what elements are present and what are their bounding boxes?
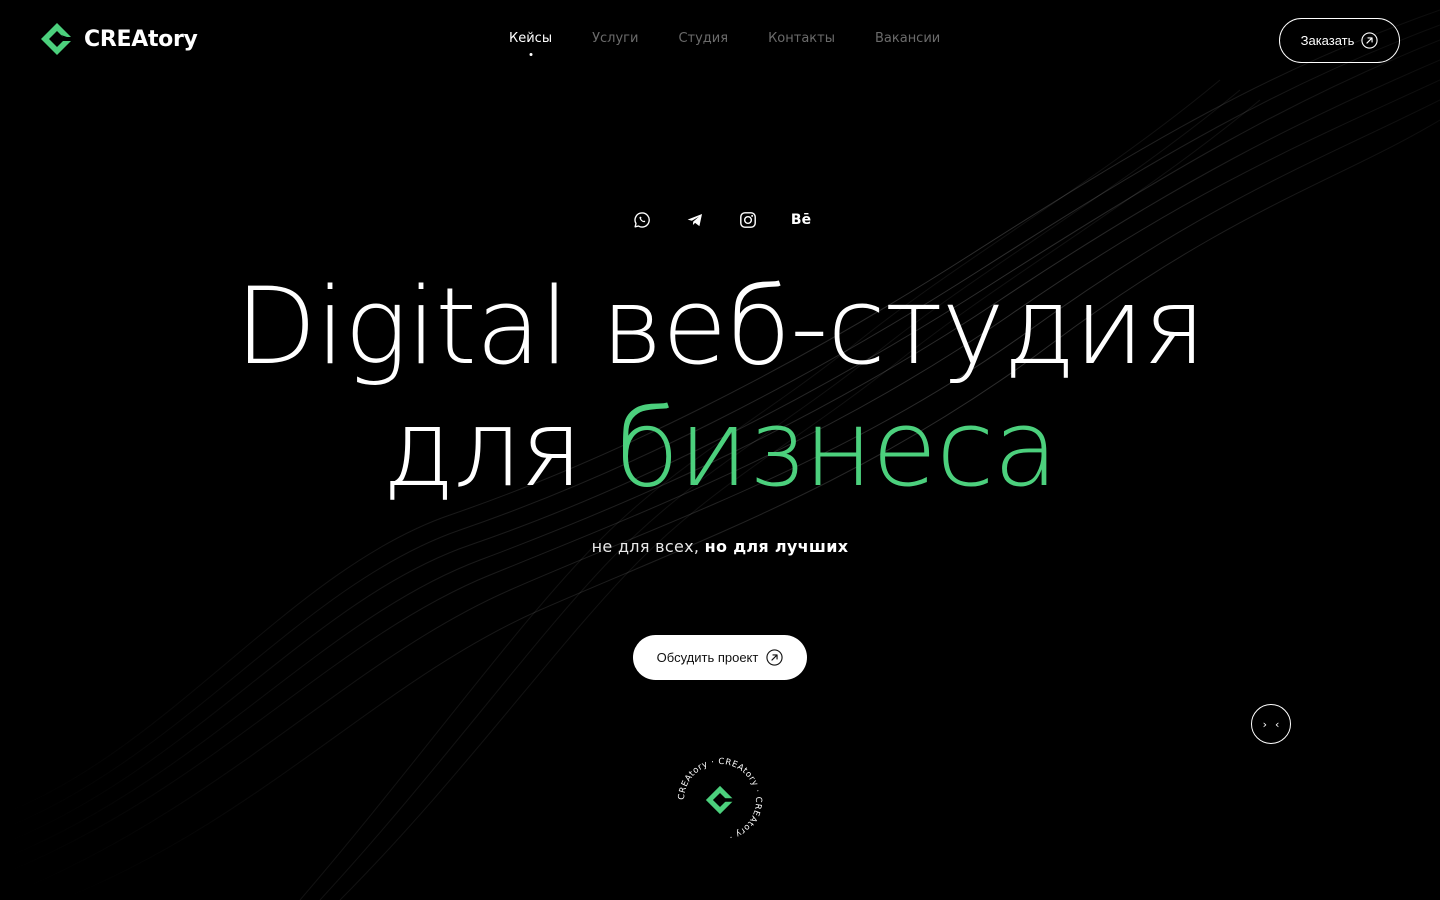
headline-line-2: для бизнеса	[0, 388, 1440, 510]
discuss-project-button[interactable]: Обсудить проект	[633, 635, 807, 680]
nav-item-vacancies[interactable]: Вакансии	[875, 31, 940, 46]
brand-badge: CREAtory · CREAtory · CREAtory ·	[674, 754, 766, 846]
nav-item-cases[interactable]: Кейсы	[509, 31, 552, 46]
hero-tagline: не для всех, но для лучших	[0, 537, 1440, 556]
headline-accent-word: бизнеса	[614, 387, 1059, 510]
chevron-right-icon[interactable]: ›	[1263, 718, 1267, 731]
tagline-regular: не для всех,	[591, 537, 705, 556]
nav-item-services[interactable]: Услуги	[592, 31, 638, 46]
whatsapp-link[interactable]	[632, 209, 652, 231]
telegram-link[interactable]	[685, 209, 705, 231]
nav-item-studio[interactable]: Студия	[678, 31, 728, 46]
chevron-left-icon[interactable]: ‹	[1275, 718, 1279, 731]
creatory-badge-logo-icon	[705, 785, 735, 815]
order-button-label: Заказать	[1300, 33, 1355, 48]
hero-headline: Digital веб-студия для бизнеса	[0, 266, 1440, 510]
nav-item-contacts[interactable]: Контакты	[768, 31, 835, 46]
creatory-logo-icon	[41, 23, 73, 55]
behance-icon: Bē	[790, 212, 812, 228]
tagline-bold: но для лучших	[704, 537, 849, 556]
headline-line-2-prefix: для	[382, 387, 615, 510]
page: CREAtory Кейсы Услуги Студия Контакты Ва…	[0, 0, 1440, 900]
behance-link[interactable]: Bē	[791, 209, 811, 231]
instagram-link[interactable]	[738, 209, 758, 231]
arrow-up-right-icon	[1361, 32, 1379, 49]
headline-line-1: Digital веб-студия	[235, 265, 1206, 388]
telegram-icon	[687, 214, 703, 227]
cta-label: Обсудить проект	[656, 650, 759, 665]
slider-control[interactable]: › ‹	[1251, 704, 1291, 744]
logo[interactable]: CREAtory	[40, 22, 198, 56]
instagram-icon	[740, 212, 756, 228]
arrow-up-right-icon	[766, 649, 783, 666]
main-nav: Кейсы Услуги Студия Контакты Вакансии	[509, 31, 940, 46]
social-links: Bē	[632, 209, 811, 231]
order-button[interactable]: Заказать	[1279, 18, 1400, 63]
whatsapp-icon	[634, 212, 650, 228]
logo-text: CREAtory	[84, 26, 198, 52]
